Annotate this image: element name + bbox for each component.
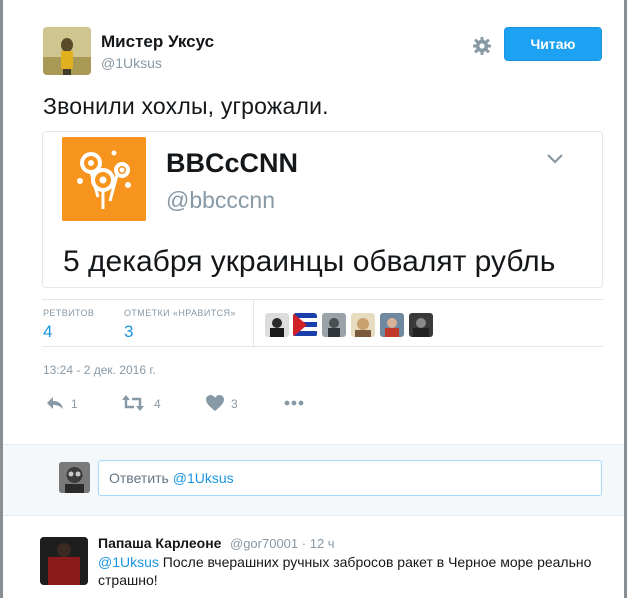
follow-button[interactable]: Читаю (504, 27, 602, 61)
retweet-icon[interactable] (122, 394, 144, 412)
quoted-tweet-text: 5 декабря украинцы обвалят рубль (63, 245, 556, 278)
divider (42, 346, 603, 347)
reply-input[interactable]: Ответить @1Uksus (98, 460, 602, 496)
reply-placeholder-mention: @1Uksus (172, 470, 234, 486)
retweet-count: 4 (154, 397, 161, 411)
like-icon[interactable] (205, 394, 225, 412)
liker-avatar[interactable] (409, 313, 433, 337)
reply-time[interactable]: 12 ч (310, 536, 335, 551)
reply-icon[interactable] (45, 394, 65, 412)
reply-mention-link[interactable]: @1Uksus (98, 554, 159, 570)
tweet-timestamp: 13:24 - 2 дек. 2016 г. (43, 363, 156, 377)
liker-avatar[interactable] (293, 313, 317, 337)
reply-count: 1 (71, 397, 78, 411)
like-count: 3 (231, 397, 238, 411)
reply-author-avatar[interactable] (40, 537, 88, 585)
retweets-count[interactable]: 4 (43, 322, 52, 342)
author-handle[interactable]: @1Uksus (101, 55, 162, 71)
reply-body: После вчерашних ручных забросов ракет в … (98, 554, 592, 588)
liker-avatar[interactable] (265, 313, 289, 337)
gear-icon[interactable] (472, 36, 492, 56)
likes-count[interactable]: 3 (124, 322, 133, 342)
liker-avatar[interactable] (351, 313, 375, 337)
current-user-avatar (59, 462, 90, 493)
divider (42, 299, 603, 300)
quoted-author-avatar[interactable] (62, 137, 146, 221)
divider (253, 300, 254, 346)
liker-avatar[interactable] (322, 313, 346, 337)
reply-meta: @gor70001 · 12 ч (230, 536, 335, 551)
quoted-author-handle[interactable]: @bbcccnn (166, 187, 275, 214)
quoted-author-name[interactable]: BBCcCNN (166, 148, 298, 179)
separator: · (301, 536, 307, 551)
chevron-down-icon[interactable] (546, 152, 564, 166)
reply-placeholder-text: Ответить (109, 470, 173, 486)
likes-label: ОТМЕТКИ «НРАВИТСЯ» (124, 308, 236, 318)
liker-avatar[interactable] (380, 313, 404, 337)
reply-author-handle[interactable]: @gor70001 (230, 536, 298, 551)
author-name[interactable]: Мистер Уксус (101, 32, 214, 52)
retweets-label: РЕТВИТОВ (43, 308, 95, 318)
reply-author-name[interactable]: Папаша Карлеоне (98, 535, 221, 551)
author-avatar[interactable] (43, 27, 91, 75)
more-icon[interactable] (283, 394, 304, 412)
reply-text: @1Uksus После вчерашних ручных забросов … (98, 553, 608, 589)
tweet-text: Звонили хохлы, угрожали. (43, 93, 329, 119)
